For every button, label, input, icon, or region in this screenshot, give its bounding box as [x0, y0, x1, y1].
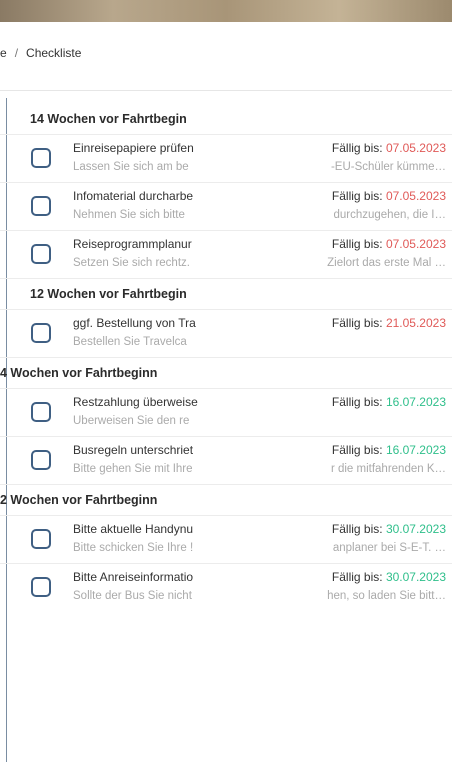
- task-title: Bitte Anreiseinformatio: [73, 570, 194, 584]
- page-header: e / Checkliste: [0, 22, 452, 88]
- due-label: Fällig bis:: [331, 395, 383, 409]
- task-description-tail: hen, so laden Sie bitt…: [327, 590, 446, 602]
- task-checkbox[interactable]: [31, 196, 51, 216]
- due-label: Fällig bis:: [331, 522, 383, 536]
- due-date: 16.07.2023: [385, 395, 446, 409]
- due-date: 16.07.2023: [385, 443, 446, 457]
- due-label: Fällig bis:: [331, 316, 383, 330]
- task-checkbox[interactable]: [31, 529, 51, 549]
- due-label: Fällig bis:: [331, 443, 383, 457]
- task-due: Fällig bis: 16.07.2023: [332, 395, 446, 409]
- task-description-tail: -EU-Schüler kümme…: [330, 161, 446, 173]
- due-label: Fällig bis:: [331, 237, 383, 251]
- task-due: Fällig bis: 16.07.2023: [332, 443, 446, 457]
- task-title: Reiseprogrammplanur: [73, 237, 192, 251]
- task-row[interactable]: Restzahlung überweise Überweisen Sie den …: [0, 388, 452, 436]
- task-due: Fällig bis: 30.07.2023: [332, 522, 446, 536]
- task-checkbox[interactable]: [31, 148, 51, 168]
- task-title: Bitte aktuelle Handynu: [73, 522, 194, 536]
- due-label: Fällig bis:: [331, 570, 383, 584]
- due-date: 21.05.2023: [385, 316, 446, 330]
- group-heading: 12 Wochen vor Fahrtbegin: [0, 278, 452, 309]
- task-description-tail: r die mitfahrenden K…: [330, 463, 446, 475]
- task-row[interactable]: ggf. Bestellung von Tra Bestellen Sie Tra…: [0, 309, 452, 357]
- breadcrumb: e / Checkliste: [0, 46, 81, 60]
- panel-divider: [0, 90, 452, 91]
- task-description-tail: durchzugehen, die I…: [333, 209, 446, 221]
- task-due: Fällig bis: 07.05.2023: [332, 237, 446, 251]
- task-title: ggf. Bestellung von Tra: [73, 316, 196, 330]
- group-heading: 4 Wochen vor Fahrtbeginn: [0, 357, 452, 388]
- due-label: Fällig bis:: [331, 141, 383, 155]
- task-checkbox[interactable]: [31, 450, 51, 470]
- checklist: 14 Wochen vor Fahrtbegin Einreisepapiere …: [0, 104, 452, 611]
- due-date: 30.07.2023: [385, 522, 446, 536]
- group-heading: 14 Wochen vor Fahrtbegin: [30, 112, 187, 126]
- task-title: Einreisepapiere prüfen: [73, 141, 194, 155]
- task-row[interactable]: Einreisepapiere prüfen Lassen Sie sich am…: [0, 134, 452, 182]
- due-date: 30.07.2023: [385, 570, 446, 584]
- group-heading: 2 Wochen vor Fahrtbeginn: [0, 484, 452, 515]
- due-date: 07.05.2023: [385, 189, 446, 203]
- task-due: Fällig bis: 07.05.2023: [332, 141, 446, 155]
- breadcrumb-parent-link[interactable]: e: [0, 46, 7, 60]
- task-description: Bitte gehen Sie mit Ihre: [73, 463, 193, 475]
- due-date: 07.05.2023: [385, 141, 446, 155]
- task-due: Fällig bis: 21.05.2023: [332, 316, 446, 330]
- task-description-tail: anplaner bei S-E-T. …: [332, 542, 446, 554]
- task-description: Lassen Sie sich am be: [73, 161, 189, 173]
- task-due: Fällig bis: 07.05.2023: [332, 189, 446, 203]
- task-title: Infomaterial durcharbe: [73, 189, 194, 203]
- task-row[interactable]: Busregeln unterschriet Bitte gehen Sie mi…: [0, 436, 452, 484]
- task-description: Bitte schicken Sie Ihre !: [73, 542, 194, 554]
- task-description: Bestellen Sie Travelca: [73, 336, 187, 348]
- task-row[interactable]: Bitte Anreiseinformatio Sollte der Bus Si…: [0, 563, 452, 611]
- due-date: 07.05.2023: [385, 237, 446, 251]
- header-photo-strip: [0, 0, 452, 22]
- task-row[interactable]: Bitte aktuelle Handynu Bitte schicken Sie…: [0, 515, 452, 563]
- breadcrumb-current: Checkliste: [26, 46, 82, 60]
- task-title: Restzahlung überweise: [73, 395, 198, 409]
- task-checkbox[interactable]: [31, 402, 51, 422]
- task-description: Nehmen Sie sich bitte: [73, 209, 185, 221]
- task-due: Fällig bis: 30.07.2023: [332, 570, 446, 584]
- task-description: Setzen Sie sich rechtz.: [73, 257, 190, 269]
- task-checkbox[interactable]: [31, 577, 51, 597]
- task-row[interactable]: Reiseprogrammplanur Setzen Sie sich recht…: [0, 230, 452, 278]
- due-label: Fällig bis:: [331, 189, 383, 203]
- task-title: Busregeln unterschriet: [73, 443, 194, 457]
- task-checkbox[interactable]: [31, 244, 51, 264]
- task-description: Sollte der Bus Sie nicht: [73, 590, 192, 602]
- task-description: Überweisen Sie den re: [73, 415, 190, 427]
- breadcrumb-separator: /: [14, 46, 19, 60]
- task-checkbox[interactable]: [31, 323, 51, 343]
- task-description-tail: Zielort das erste Mal …: [327, 257, 446, 269]
- task-row[interactable]: Infomaterial durcharbe Nehmen Sie sich bi…: [0, 182, 452, 230]
